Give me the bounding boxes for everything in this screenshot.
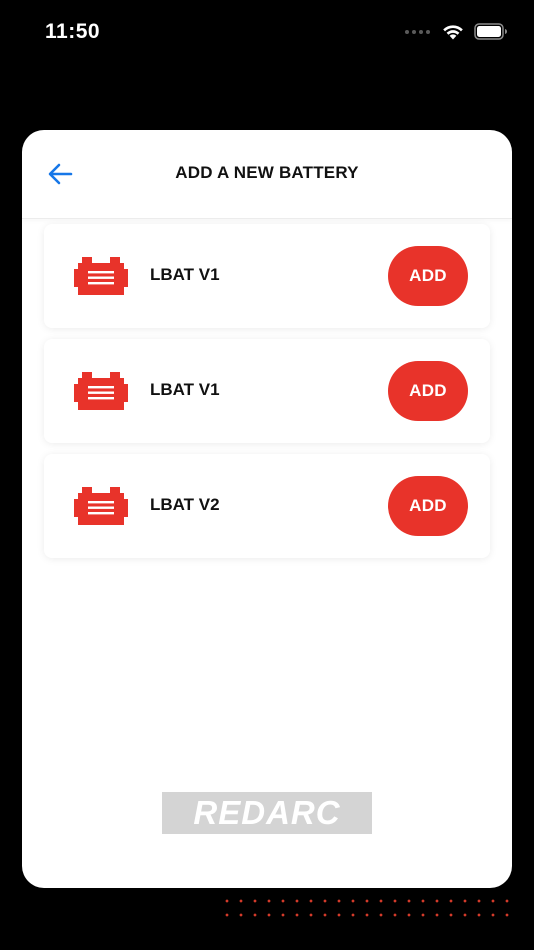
battery-icon [74, 257, 128, 295]
battery-name: LBAT V1 [150, 265, 220, 284]
battery-icon [74, 372, 128, 410]
battery-row: LBAT V2 ADD [44, 454, 490, 558]
redarc-logo: REDARC [162, 792, 372, 834]
add-button[interactable]: ADD [388, 246, 468, 306]
wifi-icon [443, 25, 463, 40]
battery-icon [474, 23, 507, 40]
battery-icon [74, 487, 128, 525]
add-battery-card: ADD A NEW BATTERY LBAT V1 ADD LBAT V1 AD… [22, 130, 512, 888]
battery-row: LBAT V1 ADD [44, 339, 490, 443]
header: ADD A NEW BATTERY [22, 130, 512, 219]
battery-name: LBAT V2 [150, 495, 220, 514]
status-time: 11:50 [45, 20, 101, 43]
battery-row: LBAT V1 ADD [44, 224, 490, 328]
status-icons [405, 23, 508, 40]
add-button[interactable]: ADD [388, 476, 468, 536]
page-title: ADD A NEW BATTERY [175, 163, 359, 182]
add-button[interactable]: ADD [388, 361, 468, 421]
status-bar: 11:50 [0, 0, 534, 66]
battery-name: LBAT V1 [150, 380, 220, 399]
decorative-dot-pattern [220, 894, 510, 924]
battery-list: LBAT V1 ADD LBAT V1 ADD LBAT V2 ADD [44, 224, 490, 569]
cellular-signal-icon [405, 29, 430, 34]
